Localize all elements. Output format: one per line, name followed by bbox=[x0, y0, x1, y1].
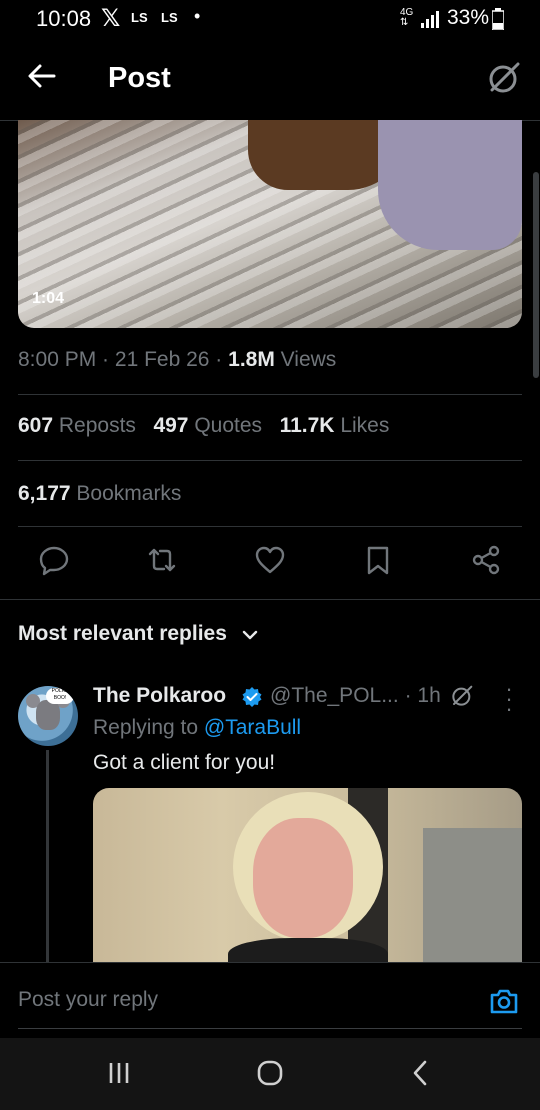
replying-to: Replying to @TaraBull bbox=[93, 716, 302, 739]
replying-to-link[interactable]: @TaraBull bbox=[204, 716, 301, 739]
avatar-speech-bubble: POLKA BOO! bbox=[46, 688, 74, 704]
reply-input[interactable]: Post your reply bbox=[18, 988, 158, 1012]
ls-notification-icon-2: LS bbox=[161, 10, 178, 25]
divider bbox=[18, 394, 522, 395]
share-icon[interactable] bbox=[470, 544, 502, 576]
status-bar: 10:08 𝕏 LS LS • 4G ⇅ 33% bbox=[0, 0, 540, 38]
signal-icon bbox=[421, 11, 439, 28]
battery-percent: 33% bbox=[447, 6, 490, 29]
video-duration: 1:04 bbox=[32, 290, 65, 307]
post-timestamp-views: 8:00 PM · 21 Feb 26 · 1.8M Views bbox=[18, 348, 337, 371]
home-icon[interactable] bbox=[257, 1060, 283, 1086]
network-type: 4G ⇅ bbox=[400, 7, 414, 28]
action-bar bbox=[0, 544, 540, 584]
quotes-stat[interactable]: 497 Quotes bbox=[153, 414, 262, 437]
more-notifications-dot: • bbox=[194, 6, 201, 26]
x-app-notification-icon: 𝕏 bbox=[101, 5, 121, 32]
recent-apps-icon[interactable] bbox=[106, 1060, 132, 1086]
likes-stat[interactable]: 11.7K Likes bbox=[280, 414, 390, 437]
post-video[interactable]: 1:04 bbox=[18, 120, 522, 328]
ls-notification-icon: LS bbox=[131, 10, 148, 25]
page-title: Post bbox=[108, 62, 171, 94]
system-navigation-bar bbox=[0, 1038, 540, 1110]
composer-underline bbox=[18, 1028, 522, 1029]
repost-icon[interactable] bbox=[146, 544, 178, 576]
bookmark-icon[interactable] bbox=[362, 544, 394, 576]
verified-badge-icon bbox=[242, 687, 262, 707]
reposts-stat[interactable]: 607 Reposts bbox=[18, 414, 136, 437]
chevron-down-icon[interactable] bbox=[241, 626, 259, 644]
bookmarks-stat[interactable]: 6,177 Bookmarks bbox=[18, 482, 181, 506]
battery-icon bbox=[492, 8, 504, 30]
back-arrow-icon[interactable] bbox=[26, 60, 58, 92]
engagement-stats: 607 Reposts 497 Quotes 11.7K Likes bbox=[18, 414, 389, 438]
reply-image[interactable] bbox=[93, 788, 522, 964]
reply-handle-time: @The_POL... · 1h bbox=[270, 684, 441, 707]
thread-line bbox=[46, 750, 49, 962]
replies-sort-dropdown[interactable]: Most relevant replies bbox=[18, 622, 227, 646]
section-divider bbox=[0, 599, 540, 600]
scrollbar[interactable] bbox=[533, 172, 539, 378]
avatar[interactable]: POLKA BOO! bbox=[18, 686, 78, 746]
camera-icon[interactable] bbox=[488, 985, 520, 1017]
top-header: Post bbox=[0, 38, 540, 121]
like-icon[interactable] bbox=[254, 544, 286, 576]
grok-icon[interactable] bbox=[486, 60, 522, 96]
reply-text: Got a client for you! bbox=[93, 751, 276, 774]
reply-icon[interactable] bbox=[38, 544, 70, 576]
more-options-icon[interactable]: · · · bbox=[502, 678, 516, 720]
back-nav-icon[interactable] bbox=[408, 1060, 434, 1086]
reply-author-name[interactable]: The Polkaroo bbox=[93, 684, 226, 708]
status-time: 10:08 bbox=[36, 6, 92, 31]
grok-icon[interactable] bbox=[450, 684, 474, 708]
divider bbox=[18, 460, 522, 461]
divider bbox=[18, 526, 522, 527]
